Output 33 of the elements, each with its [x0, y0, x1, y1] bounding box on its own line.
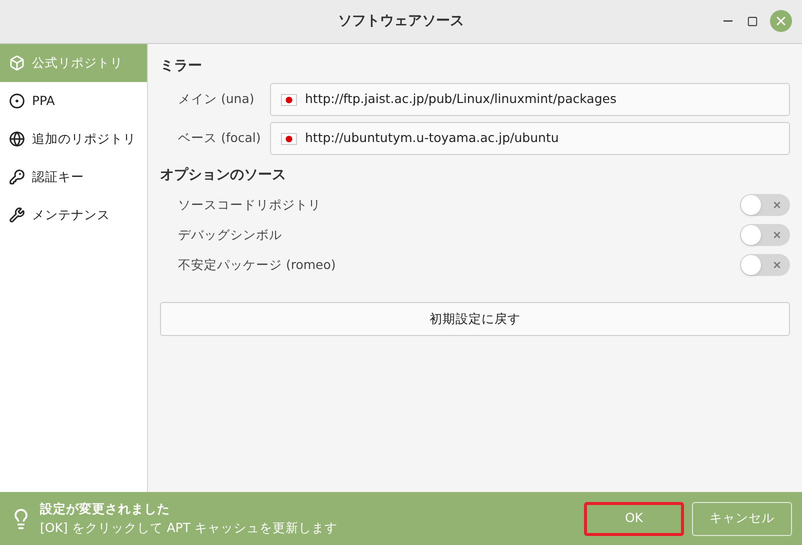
toggle-switch[interactable]: [740, 224, 790, 246]
section-heading: ミラー: [160, 57, 203, 76]
section-heading: オプションのソース: [160, 166, 287, 185]
sidebar-item[interactable]: 追加のリポジトリ: [0, 120, 147, 158]
notification-title: 設定が変更されました: [40, 500, 171, 518]
box-icon: [9, 55, 25, 71]
option-label: ソースコードリポジトリ: [178, 196, 322, 214]
mirror-field[interactable]: http://ftp.jaist.ac.jp/pub/Linux/linuxmint/packages: [270, 83, 790, 116]
flag-icon: [281, 132, 297, 144]
sidebar-item[interactable]: メンテナンス: [0, 196, 147, 234]
mirror-field[interactable]: http://ubuntutym.u-toyama.ac.jp/ubuntu: [270, 122, 790, 155]
sidebar-item[interactable]: PPA: [0, 82, 147, 120]
mirror-label: ベース (focal): [177, 129, 262, 148]
notification-message: [OK] をクリックして APT キャッシュを更新します: [40, 518, 338, 536]
toggle-switch[interactable]: [740, 254, 790, 276]
x-icon: [772, 230, 782, 240]
window-title: ソフトウェアソース: [338, 12, 464, 31]
option-label: デバッグシンボル: [178, 226, 283, 244]
globe-icon: [9, 131, 25, 147]
mirror-label: メイン (una): [177, 90, 256, 108]
sidebar-item[interactable]: 認証キー: [0, 158, 147, 196]
x-icon: [772, 200, 782, 210]
toggle-switch[interactable]: [740, 194, 790, 216]
close-icon: [774, 14, 788, 28]
flag-icon: [281, 94, 297, 106]
key-icon: [9, 169, 25, 185]
option-label: 不安定パッケージ (romeo): [178, 256, 337, 274]
reset-button[interactable]: 初期設定に戻す: [160, 302, 790, 336]
maximize-icon[interactable]: [747, 16, 758, 26]
close-button[interactable]: [770, 10, 792, 32]
x-icon: [772, 260, 782, 270]
wrench-icon: [9, 207, 25, 223]
record-icon: [9, 93, 25, 109]
